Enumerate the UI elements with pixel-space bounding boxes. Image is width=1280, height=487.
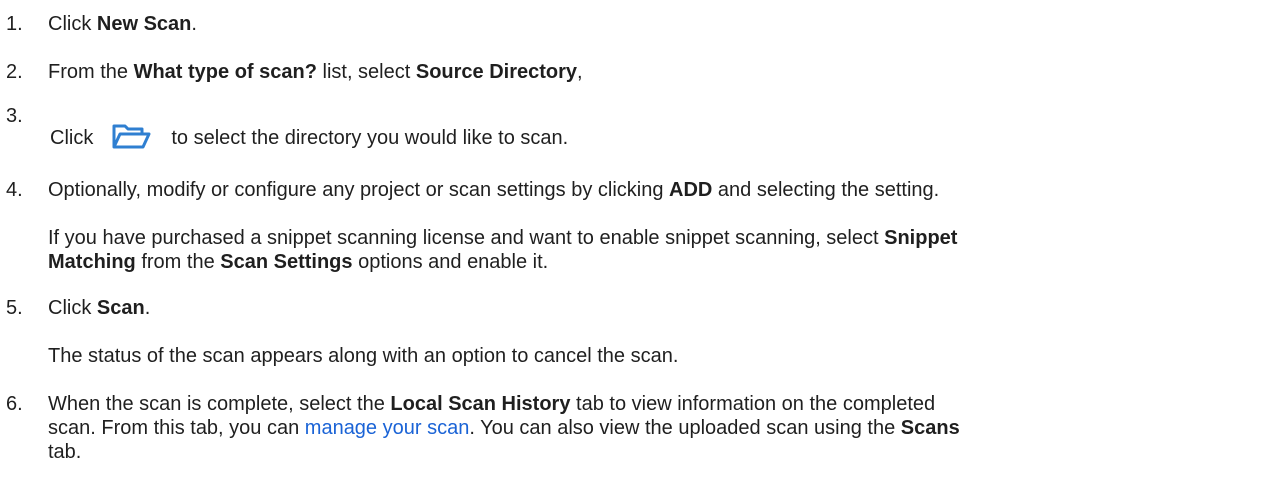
step-1-text: Click New Scan.: [48, 12, 197, 36]
step-text-run: When the scan is complete, select the: [48, 393, 391, 415]
scan-term: Scan: [96, 297, 145, 319]
note-text-run: from the: [135, 251, 221, 273]
step-text-run: .: [144, 297, 151, 319]
step-text-run: to select the directory you would like t…: [171, 127, 569, 149]
step-6-line-2: scan. From this tab, you can manage your…: [48, 416, 960, 440]
scan-settings-term: Scan Settings: [220, 251, 353, 273]
step-3-number: 3.: [6, 105, 23, 127]
manage-your-scan-link[interactable]: manage your scan: [305, 417, 470, 439]
step-text-run: Optionally, modify or configure any proj…: [48, 179, 670, 201]
step-6-line-3: tab.: [48, 441, 82, 463]
step-text-run: scan. From this tab, you can: [48, 417, 305, 439]
step-text-run: list, select: [316, 61, 416, 83]
step-text-run: From the: [48, 61, 134, 83]
step-text-run: Click: [50, 127, 94, 149]
local-scan-history-term: Local Scan History: [390, 393, 571, 415]
step-text-run: .: [191, 13, 197, 35]
step-text-run: Click: [48, 13, 97, 35]
step-4-note-line-1: If you have purchased a snippet scanning…: [48, 226, 957, 250]
scan-type-list-term: What type of scan?: [133, 61, 317, 83]
step-4-text: Optionally, modify or configure any proj…: [48, 178, 939, 202]
step-4-note-line-2: Matching from the Scan Settings options …: [48, 250, 548, 274]
step-5-text: Click Scan.: [48, 296, 150, 320]
step-text-run: . You can also view the uploaded scan us…: [469, 417, 901, 439]
step-6-number: 6.: [6, 393, 23, 415]
step-text-run: ,: [577, 61, 583, 83]
step-2-text: From the What type of scan? list, select…: [48, 60, 583, 84]
step-3-text: Click to select the directory you would l…: [50, 122, 568, 150]
procedure-document: 1. Click New Scan. 2. From the What type…: [0, 0, 1280, 487]
snippet-term: Snippet: [884, 227, 958, 249]
folder-open-icon: [112, 124, 151, 149]
source-directory-term: Source Directory: [415, 61, 578, 83]
scans-term: Scans: [900, 417, 960, 439]
note-text-run: If you have purchased a snippet scanning…: [48, 227, 885, 249]
step-text-run: and selecting the setting.: [712, 179, 940, 201]
step-6-line-1: When the scan is complete, select the Lo…: [48, 392, 935, 416]
step-2-number: 2.: [6, 61, 23, 83]
matching-term: Matching: [48, 251, 136, 273]
step-5-note: The status of the scan appears along wit…: [48, 345, 679, 367]
step-text-run: Click: [48, 297, 97, 319]
step-5-number: 5.: [6, 297, 23, 319]
step-4-number: 4.: [6, 179, 23, 201]
step-1-number: 1.: [6, 13, 23, 35]
add-term: ADD: [669, 179, 713, 201]
step-text-run: tab to view information on the completed: [570, 393, 936, 415]
note-text-run: options and enable it.: [352, 251, 549, 273]
new-scan-term: New Scan: [96, 13, 192, 35]
